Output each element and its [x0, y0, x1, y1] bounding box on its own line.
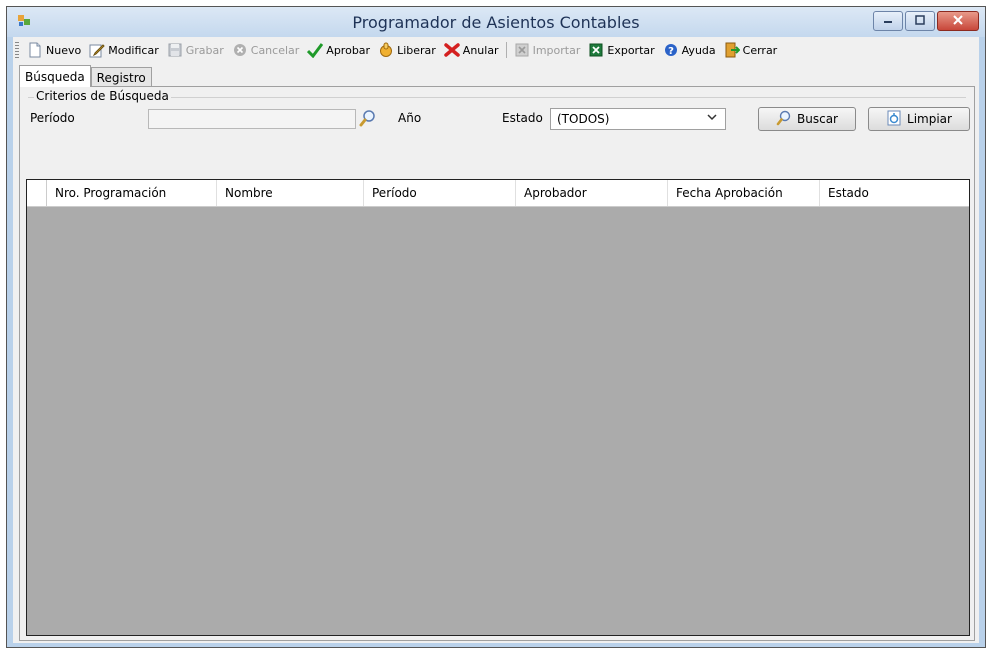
close-button[interactable] [937, 11, 979, 31]
row-header-corner[interactable] [27, 180, 47, 206]
check-mark-icon [307, 42, 324, 58]
aprobar-button[interactable]: Aprobar [303, 40, 374, 60]
search-criteria-group: Criterios de Búsqueda Período Año Estado… [28, 89, 970, 136]
limpiar-label: Limpiar [907, 112, 952, 126]
busqueda-tab-page: Criterios de Búsqueda Período Año Estado… [19, 86, 975, 641]
anular-label: Anular [462, 43, 499, 57]
magnifier-icon [776, 110, 792, 129]
cerrar-button[interactable]: Cerrar [720, 40, 782, 60]
cancelar-button[interactable]: Cancelar [228, 40, 304, 60]
periodo-label: Período [30, 111, 75, 125]
grid-header: Nro. Programación Nombre Período Aprobad… [27, 180, 969, 207]
tab-strip: Búsqueda Registro [19, 65, 152, 87]
minimize-button[interactable] [873, 11, 903, 31]
liberar-button[interactable]: Liberar [374, 40, 440, 60]
release-hand-icon [378, 42, 394, 58]
buscar-button[interactable]: Buscar [758, 107, 856, 131]
cancel-circle-icon [232, 42, 248, 58]
new-document-icon [27, 42, 43, 58]
tab-registro[interactable]: Registro [90, 67, 152, 87]
estado-label: Estado [502, 111, 543, 125]
exportar-button[interactable]: Exportar [584, 40, 658, 60]
toolbar-separator [505, 42, 507, 58]
maximize-icon [914, 14, 926, 28]
ayuda-button[interactable]: ? Ayuda [659, 40, 720, 60]
ayuda-label: Ayuda [681, 43, 716, 57]
red-x-icon [444, 42, 460, 58]
column-header-nro-programacion[interactable]: Nro. Programación [47, 180, 217, 206]
estado-select-value: (TODOS) [557, 112, 610, 126]
save-disk-icon [167, 42, 183, 58]
estado-select[interactable]: (TODOS) [550, 108, 726, 130]
results-grid[interactable]: Nro. Programación Nombre Período Aprobad… [26, 179, 970, 636]
column-header-nombre[interactable]: Nombre [217, 180, 364, 206]
nuevo-button[interactable]: Nuevo [23, 40, 85, 60]
exit-door-icon [724, 42, 740, 58]
modificar-button[interactable]: Modificar [85, 40, 163, 60]
tab-registro-label: Registro [96, 70, 146, 85]
search-criteria-legend: Criterios de Búsqueda [34, 89, 171, 103]
maximize-button[interactable] [905, 11, 935, 31]
excel-import-icon [514, 42, 530, 58]
column-header-periodo[interactable]: Período [364, 180, 516, 206]
tab-busqueda[interactable]: Búsqueda [19, 65, 91, 87]
modificar-label: Modificar [108, 43, 159, 57]
buscar-label: Buscar [797, 112, 838, 126]
aprobar-label: Aprobar [326, 43, 371, 57]
nuevo-label: Nuevo [46, 43, 82, 57]
excel-export-icon [588, 42, 604, 58]
cancelar-label: Cancelar [250, 43, 300, 57]
column-header-fecha-aprobacion[interactable]: Fecha Aprobación [668, 180, 820, 206]
client-area: Nuevo Modificar Grabar Cancelar Aprobar … [13, 37, 979, 643]
liberar-label: Liberar [397, 43, 436, 57]
edit-pencil-icon [89, 42, 105, 58]
clear-form-icon [886, 110, 902, 129]
periodo-search-button[interactable] [358, 109, 378, 129]
tab-busqueda-label: Búsqueda [25, 69, 85, 84]
title-bar[interactable]: Programador de Asientos Contables [7, 7, 985, 37]
window-title: Programador de Asientos Contables [352, 13, 640, 32]
importar-button[interactable]: Importar [510, 40, 585, 60]
cerrar-label: Cerrar [742, 43, 778, 57]
importar-label: Importar [532, 43, 581, 57]
help-icon: ? [663, 42, 679, 58]
app-window: Programador de Asientos Contables Nuevo … [6, 6, 986, 648]
column-header-aprobador[interactable]: Aprobador [516, 180, 668, 206]
grabar-label: Grabar [185, 43, 224, 57]
anio-label: Año [398, 111, 422, 125]
limpiar-button[interactable]: Limpiar [868, 107, 970, 131]
grabar-button[interactable]: Grabar [163, 40, 228, 60]
chevron-down-icon [707, 112, 717, 125]
anular-button[interactable]: Anular [440, 40, 503, 60]
close-icon [952, 14, 964, 28]
minimize-icon [882, 15, 894, 28]
exportar-label: Exportar [607, 43, 655, 57]
magnifier-icon [359, 109, 377, 130]
column-header-estado[interactable]: Estado [820, 180, 969, 206]
periodo-field[interactable] [148, 109, 356, 129]
toolbar-grip[interactable] [15, 42, 19, 58]
svg-text:?: ? [668, 46, 674, 57]
toolbar: Nuevo Modificar Grabar Cancelar Aprobar … [13, 39, 979, 61]
